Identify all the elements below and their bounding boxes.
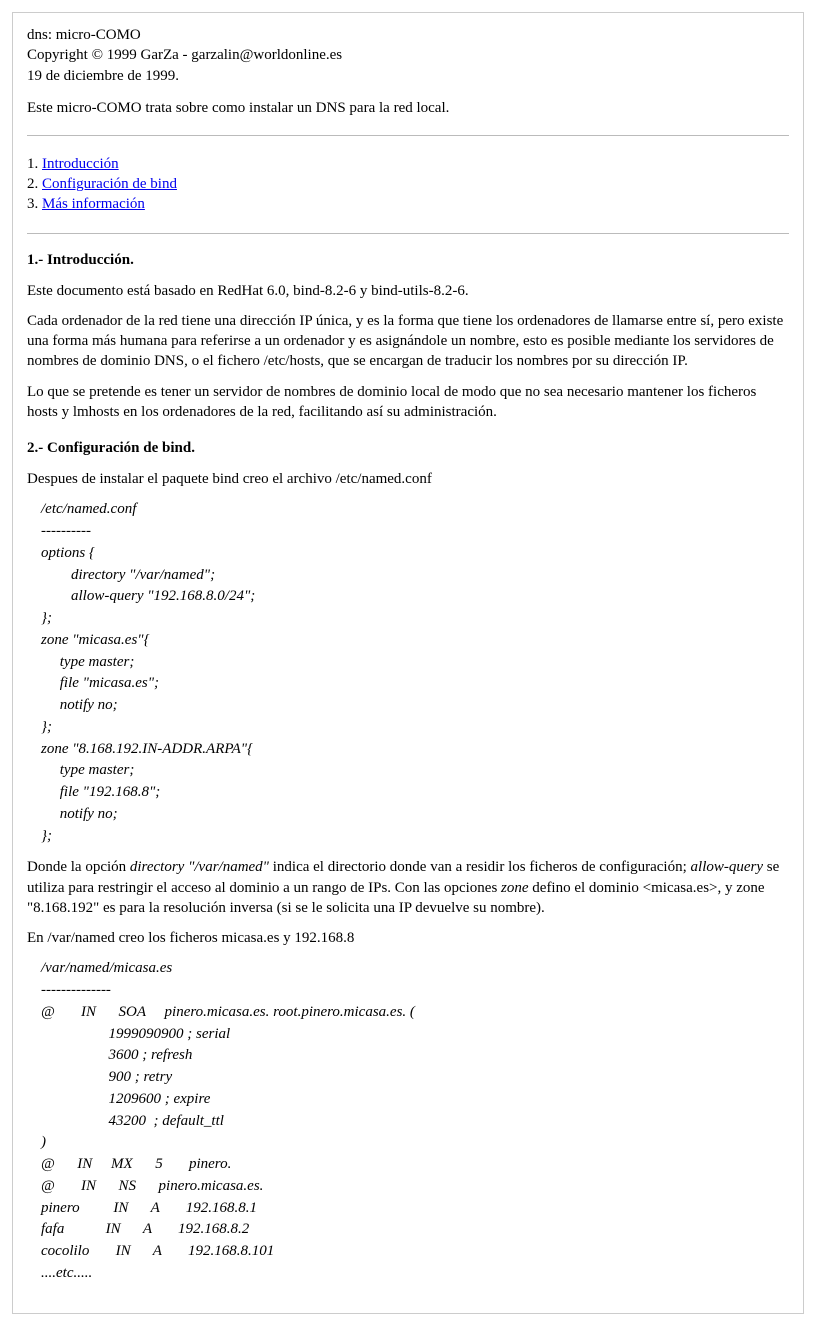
inline-code: zone	[501, 880, 529, 896]
paragraph: Lo que se pretende es tener un servidor …	[27, 382, 789, 423]
doc-date: 19 de diciembre de 1999.	[27, 66, 789, 86]
paragraph-explain: Donde la opción directory "/var/named" i…	[27, 857, 789, 918]
divider	[27, 135, 789, 136]
toc-link-configuracion[interactable]: Configuración de bind	[42, 176, 177, 192]
doc-copyright: Copyright © 1999 GarZa - garzalin@worldo…	[27, 45, 789, 65]
toc-number: 2.	[27, 176, 38, 192]
text: indica el directorio donde van a residir…	[269, 859, 691, 875]
doc-intro: Este micro-COMO trata sobre como instala…	[27, 100, 789, 117]
code-block-named-conf: /etc/named.conf ---------- options { dir…	[41, 499, 789, 847]
section-heading-configuracion: 2.- Configuración de bind.	[27, 440, 789, 457]
table-of-contents: 1. Introducción 2. Configuración de bind…	[27, 154, 789, 215]
toc-item: 3. Más información	[27, 194, 789, 214]
paragraph: Cada ordenador de la red tiene una direc…	[27, 311, 789, 372]
toc-link-mas-info[interactable]: Más información	[42, 196, 145, 212]
toc-item: 1. Introducción	[27, 154, 789, 174]
inline-code: allow-query	[691, 859, 764, 875]
text: Donde la opción	[27, 859, 130, 875]
toc-number: 1.	[27, 156, 38, 172]
document-page: dns: micro-COMO Copyright © 1999 GarZa -…	[12, 12, 804, 1314]
toc-item: 2. Configuración de bind	[27, 174, 789, 194]
paragraph: En /var/named creo los ficheros micasa.e…	[27, 928, 789, 948]
divider	[27, 233, 789, 234]
code-block-zone-file: /var/named/micasa.es -------------- @ IN…	[41, 958, 789, 1284]
toc-number: 3.	[27, 196, 38, 212]
paragraph: Despues de instalar el paquete bind creo…	[27, 469, 789, 489]
doc-title: dns: micro-COMO	[27, 25, 789, 45]
toc-link-introduccion[interactable]: Introducción	[42, 156, 119, 172]
inline-code: directory "/var/named"	[130, 859, 269, 875]
document-header: dns: micro-COMO Copyright © 1999 GarZa -…	[27, 25, 789, 117]
section-heading-introduccion: 1.- Introducción.	[27, 252, 789, 269]
paragraph: Este documento está basado en RedHat 6.0…	[27, 281, 789, 301]
